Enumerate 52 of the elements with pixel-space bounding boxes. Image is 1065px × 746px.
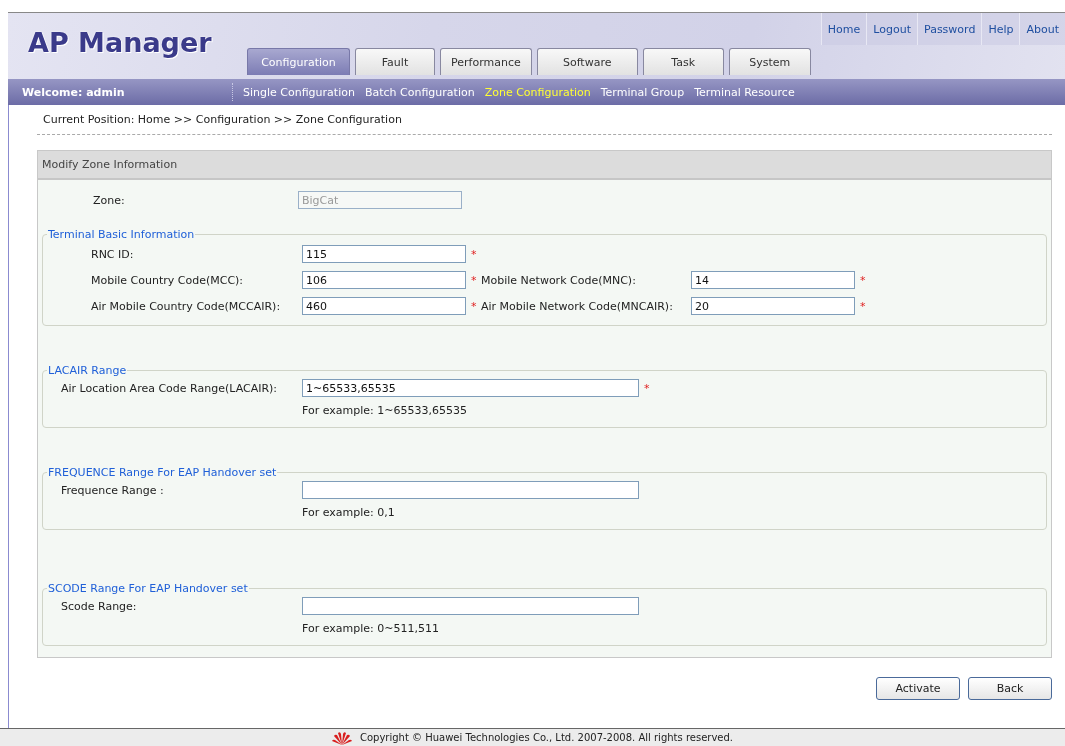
- header-link[interactable]: Logout: [866, 13, 917, 45]
- section-legend: SCODE Range For EAP Handover set: [47, 582, 249, 595]
- required-mark: *: [860, 299, 867, 313]
- text-field[interactable]: [302, 597, 639, 615]
- flower-logo-icon: [332, 730, 352, 745]
- nav-link[interactable]: Terminal Group: [600, 85, 685, 99]
- header-link[interactable]: Home: [820, 13, 867, 45]
- tab[interactable]: Fault: [355, 48, 435, 75]
- header-link[interactable]: Password: [917, 13, 982, 45]
- tab[interactable]: Software: [536, 48, 638, 75]
- panel-title: Modify Zone Information: [38, 151, 1051, 180]
- section-legend: FREQUENCE Range For EAP Handover set: [47, 466, 278, 479]
- field-label: Frequence Range :: [60, 483, 165, 497]
- text-field[interactable]: 20: [691, 297, 855, 315]
- field-label: Mobile Network Code(MNC):: [481, 273, 637, 287]
- field-label: Air Mobile Country Code(MCCAIR):: [90, 299, 282, 313]
- section-legend: LACAIR Range: [47, 364, 128, 377]
- required-mark: *: [471, 273, 478, 287]
- copyright-text: Copyright © Huawei Technologies Co., Ltd. 2007-2008. All rights reserved.: [360, 732, 733, 743]
- header-link[interactable]: About: [1019, 13, 1065, 45]
- tab[interactable]: Performance: [440, 48, 532, 75]
- required-mark: *: [471, 247, 478, 261]
- nav-link[interactable]: Terminal Resource: [694, 85, 795, 99]
- field-label: Scode Range:: [60, 599, 138, 613]
- field-label: Mobile Country Code(MCC):: [90, 273, 245, 287]
- tab[interactable]: Task: [642, 48, 724, 75]
- header-link[interactable]: Help: [981, 13, 1020, 45]
- logo: AP Manager: [27, 26, 213, 58]
- form-button[interactable]: Activate: [876, 677, 960, 700]
- example-hint: For example: 0~511,511: [302, 621, 440, 637]
- tab[interactable]: System: [728, 48, 811, 75]
- text-field[interactable]: [302, 481, 639, 499]
- breadcrumb: Current Position: Home >> Configuration >> Zone Configuration: [37, 105, 1052, 135]
- field-label: RNC ID:: [90, 247, 135, 261]
- field-label: Air Location Area Code Range(LACAIR):: [60, 381, 279, 395]
- form-button[interactable]: Back: [968, 677, 1052, 700]
- nav-link[interactable]: Single Configuration: [243, 85, 355, 99]
- text-field[interactable]: 1~65533,65535: [302, 379, 639, 397]
- text-field[interactable]: 14: [691, 271, 855, 289]
- text-field[interactable]: 460: [302, 297, 466, 315]
- example-hint: For example: 0,1: [302, 505, 396, 521]
- required-mark: *: [471, 299, 478, 313]
- section-legend: Terminal Basic Information: [47, 228, 196, 241]
- example-hint: For example: 1~65533,65535: [302, 403, 468, 419]
- field-label: Zone:: [92, 193, 126, 207]
- text-field[interactable]: 115: [302, 245, 466, 263]
- nav-link[interactable]: Batch Configuration: [364, 85, 475, 99]
- text-field[interactable]: 106: [302, 271, 466, 289]
- field-label: Air Mobile Network Code(MNCAIR):: [481, 299, 674, 313]
- welcome-text: Welcome: admin: [21, 85, 126, 99]
- required-mark: *: [644, 381, 651, 395]
- required-mark: *: [860, 273, 867, 287]
